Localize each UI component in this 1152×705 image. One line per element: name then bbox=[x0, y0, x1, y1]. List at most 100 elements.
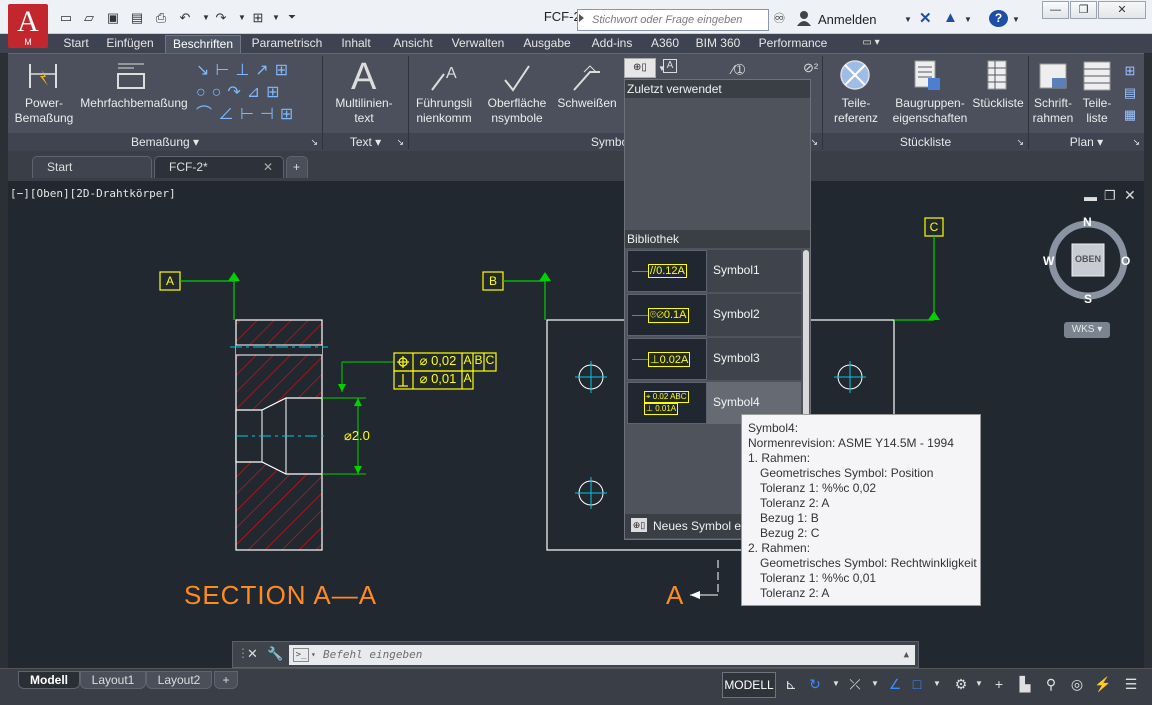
tab-ansicht[interactable]: Ansicht bbox=[385, 35, 441, 53]
help-icon[interactable]: ? bbox=[989, 10, 1008, 27]
help-dropdown-icon[interactable]: ▼ bbox=[1012, 15, 1020, 24]
save-as-icon[interactable]: ▤ bbox=[129, 10, 145, 26]
search-input[interactable]: Stichwort oder Frage eingeben bbox=[577, 9, 769, 31]
object-snap-dropdown-icon[interactable]: ▼ bbox=[926, 672, 948, 698]
tab-einfuegen[interactable]: Einfügen bbox=[101, 35, 159, 53]
tab-a360[interactable]: A360 bbox=[645, 35, 685, 53]
redo-icon[interactable]: ↷ bbox=[213, 10, 229, 26]
panel-title-plan[interactable]: Plan ▾ ↘ bbox=[1029, 133, 1144, 151]
power-dimension-label[interactable]: Power- Bemaßung bbox=[12, 96, 76, 126]
annotation-scale-icon[interactable]: ⚲ bbox=[1040, 672, 1062, 698]
tab-parametrisch[interactable]: Parametrisch bbox=[246, 35, 328, 53]
library-scrollbar[interactable] bbox=[803, 250, 809, 425]
symbol-item-1[interactable]: //0.12A Symbol1 bbox=[627, 250, 801, 292]
minimize-button[interactable]: — bbox=[1042, 1, 1069, 19]
plot-dropdown-icon[interactable]: ▼ bbox=[268, 10, 284, 26]
multiline-text-icon[interactable]: A bbox=[351, 56, 376, 99]
viewcube-north[interactable]: N bbox=[1083, 215, 1092, 229]
tab-verwalten[interactable]: Verwalten bbox=[446, 35, 510, 53]
multi-dimension-icon[interactable] bbox=[114, 60, 148, 92]
datum-target-icon[interactable]: ⁄➀ bbox=[732, 62, 745, 78]
crosshair-icon[interactable]: + bbox=[988, 672, 1010, 698]
open-file-icon[interactable]: ▱ bbox=[81, 10, 97, 26]
leader-note-icon[interactable]: A bbox=[428, 62, 462, 94]
close-tab-icon[interactable]: ✕ bbox=[263, 157, 273, 178]
undo-dropdown-icon[interactable]: ▼ bbox=[198, 10, 214, 26]
settings-dropdown-icon[interactable]: ▼ bbox=[968, 672, 990, 698]
assembly-properties-label[interactable]: Baugruppen-eigenschaften bbox=[888, 96, 972, 126]
search-expand-icon[interactable] bbox=[579, 14, 584, 22]
command-expand-icon[interactable]: ▲ bbox=[904, 645, 909, 665]
application-menu-button[interactable]: A M bbox=[8, 4, 48, 48]
isolate-objects-icon[interactable]: ◎ bbox=[1066, 672, 1088, 698]
viewcube-top-face[interactable]: OBEN bbox=[1072, 254, 1104, 264]
workspace-icon[interactable]: ▙ bbox=[1014, 672, 1036, 698]
login-button[interactable]: Anmelden bbox=[818, 12, 877, 27]
command-line-close-icon[interactable]: ✕ bbox=[247, 646, 258, 662]
login-dropdown-icon[interactable]: ▼ bbox=[904, 15, 912, 24]
save-icon[interactable]: ▣ bbox=[105, 10, 121, 26]
command-input[interactable]: >_ ▾ Befehl eingeben ▲ bbox=[289, 645, 915, 665]
surface-symbol-label[interactable]: Oberfläche nsymbole bbox=[482, 96, 552, 126]
wcs-menu-button[interactable]: WKS ▾ bbox=[1064, 322, 1110, 338]
customize-menu-icon[interactable]: ☰ bbox=[1120, 672, 1142, 698]
part-reference-icon[interactable] bbox=[838, 58, 872, 92]
maximize-button[interactable]: ❐ bbox=[1070, 1, 1097, 19]
command-history-icon[interactable]: ▾ bbox=[311, 645, 316, 665]
assembly-properties-icon[interactable] bbox=[912, 58, 942, 92]
title-block-icon[interactable] bbox=[1038, 62, 1068, 90]
tab-start[interactable]: Start bbox=[56, 35, 96, 53]
tab-bim360[interactable]: BIM 360 bbox=[692, 35, 744, 53]
layout-tab-layout2[interactable]: Layout2 bbox=[146, 671, 212, 689]
model-space-button[interactable]: MODELL bbox=[722, 672, 776, 698]
panel-title-text[interactable]: Text ▾ ↘ bbox=[323, 133, 408, 151]
symbol-item-2[interactable]: ⌾⌀0.1A Symbol2 bbox=[627, 294, 801, 336]
isodraft-icon[interactable]: ∠ bbox=[884, 672, 906, 698]
leader-note-label[interactable]: Führungsli nienkomm bbox=[410, 96, 478, 126]
doc-tab-fcf2[interactable]: FCF-2* ✕ bbox=[154, 156, 284, 178]
multiline-text-label[interactable]: Multilinien-text bbox=[328, 96, 400, 126]
panel-title-partslist[interactable]: Stückliste ↘ bbox=[823, 133, 1028, 151]
hole-chart-icon[interactable]: ⊘² bbox=[803, 60, 818, 76]
close-button[interactable]: ✕ bbox=[1098, 1, 1146, 19]
symbol-item-3[interactable]: ⊥0.02A Symbol3 bbox=[627, 338, 801, 380]
welding-symbol-icon[interactable] bbox=[570, 62, 604, 94]
parts-list-icon[interactable] bbox=[982, 58, 1012, 92]
tab-inhalt[interactable]: Inhalt bbox=[334, 35, 378, 53]
a360-dropdown-icon[interactable]: ▼ bbox=[964, 15, 972, 24]
feature-control-frame-button[interactable]: ⊕▯ bbox=[624, 58, 656, 78]
tab-addins[interactable]: Add-ins bbox=[584, 35, 640, 53]
command-line-settings-icon[interactable]: 🔧 bbox=[267, 646, 283, 662]
new-layout-button[interactable]: + bbox=[214, 671, 238, 689]
doc-tab-start[interactable]: Start bbox=[32, 156, 152, 178]
welding-symbol-label[interactable]: Schweißen bbox=[554, 96, 620, 111]
plan-tools-icons[interactable]: ⊞ ▤ ▦ bbox=[1120, 60, 1140, 128]
layout-tab-layout1[interactable]: Layout1 bbox=[80, 671, 146, 689]
tab-ausgabe[interactable]: Ausgabe bbox=[516, 35, 578, 53]
part-reference-label[interactable]: Teile-referenz bbox=[832, 96, 880, 126]
object-snap-icon[interactable]: □ bbox=[906, 672, 928, 698]
parts-list-plan-label[interactable]: Teile-liste bbox=[1076, 96, 1118, 126]
datum-identifier-icon[interactable]: A bbox=[663, 59, 677, 73]
binoculars-icon[interactable]: ♾ bbox=[773, 10, 786, 27]
dimension-tools-icon-grid[interactable]: ↘⊢⊥↗⊞ ○○↷⊿⊞ ⌒∠⊢⊣⊞ bbox=[196, 60, 320, 126]
layout-tab-model[interactable]: Modell bbox=[18, 671, 80, 689]
grid-icon[interactable]: ⊾ bbox=[780, 672, 802, 698]
hardware-acceleration-icon[interactable]: ⚡ bbox=[1092, 672, 1114, 698]
viewcube-west[interactable]: W bbox=[1043, 254, 1054, 268]
viewcube-east[interactable]: O bbox=[1121, 254, 1130, 268]
autodesk-a360-icon[interactable]: ▲ bbox=[943, 9, 958, 26]
ribbon-minimize-icon[interactable]: ▭ ▾ bbox=[856, 35, 886, 53]
undo-icon[interactable]: ↶ bbox=[177, 10, 193, 26]
plot-icon[interactable]: ⊞ bbox=[250, 10, 266, 26]
parts-list-label[interactable]: Stückliste bbox=[970, 96, 1026, 111]
print-icon[interactable]: ⎙ bbox=[153, 10, 169, 26]
multi-dimension-label[interactable]: Mehrfachbemaßung bbox=[76, 96, 192, 111]
new-file-icon[interactable]: ▭ bbox=[58, 10, 74, 26]
power-dimension-icon[interactable] bbox=[26, 60, 60, 92]
viewcube-south[interactable]: S bbox=[1084, 292, 1092, 306]
redo-dropdown-icon[interactable]: ▼ bbox=[234, 10, 250, 26]
tab-beschriften[interactable]: Beschriften bbox=[165, 35, 241, 53]
polar-tracking-icon[interactable]: ↻ bbox=[804, 672, 826, 698]
panel-title-dimension[interactable]: Bemaßung ▾ ↘ bbox=[8, 133, 322, 151]
